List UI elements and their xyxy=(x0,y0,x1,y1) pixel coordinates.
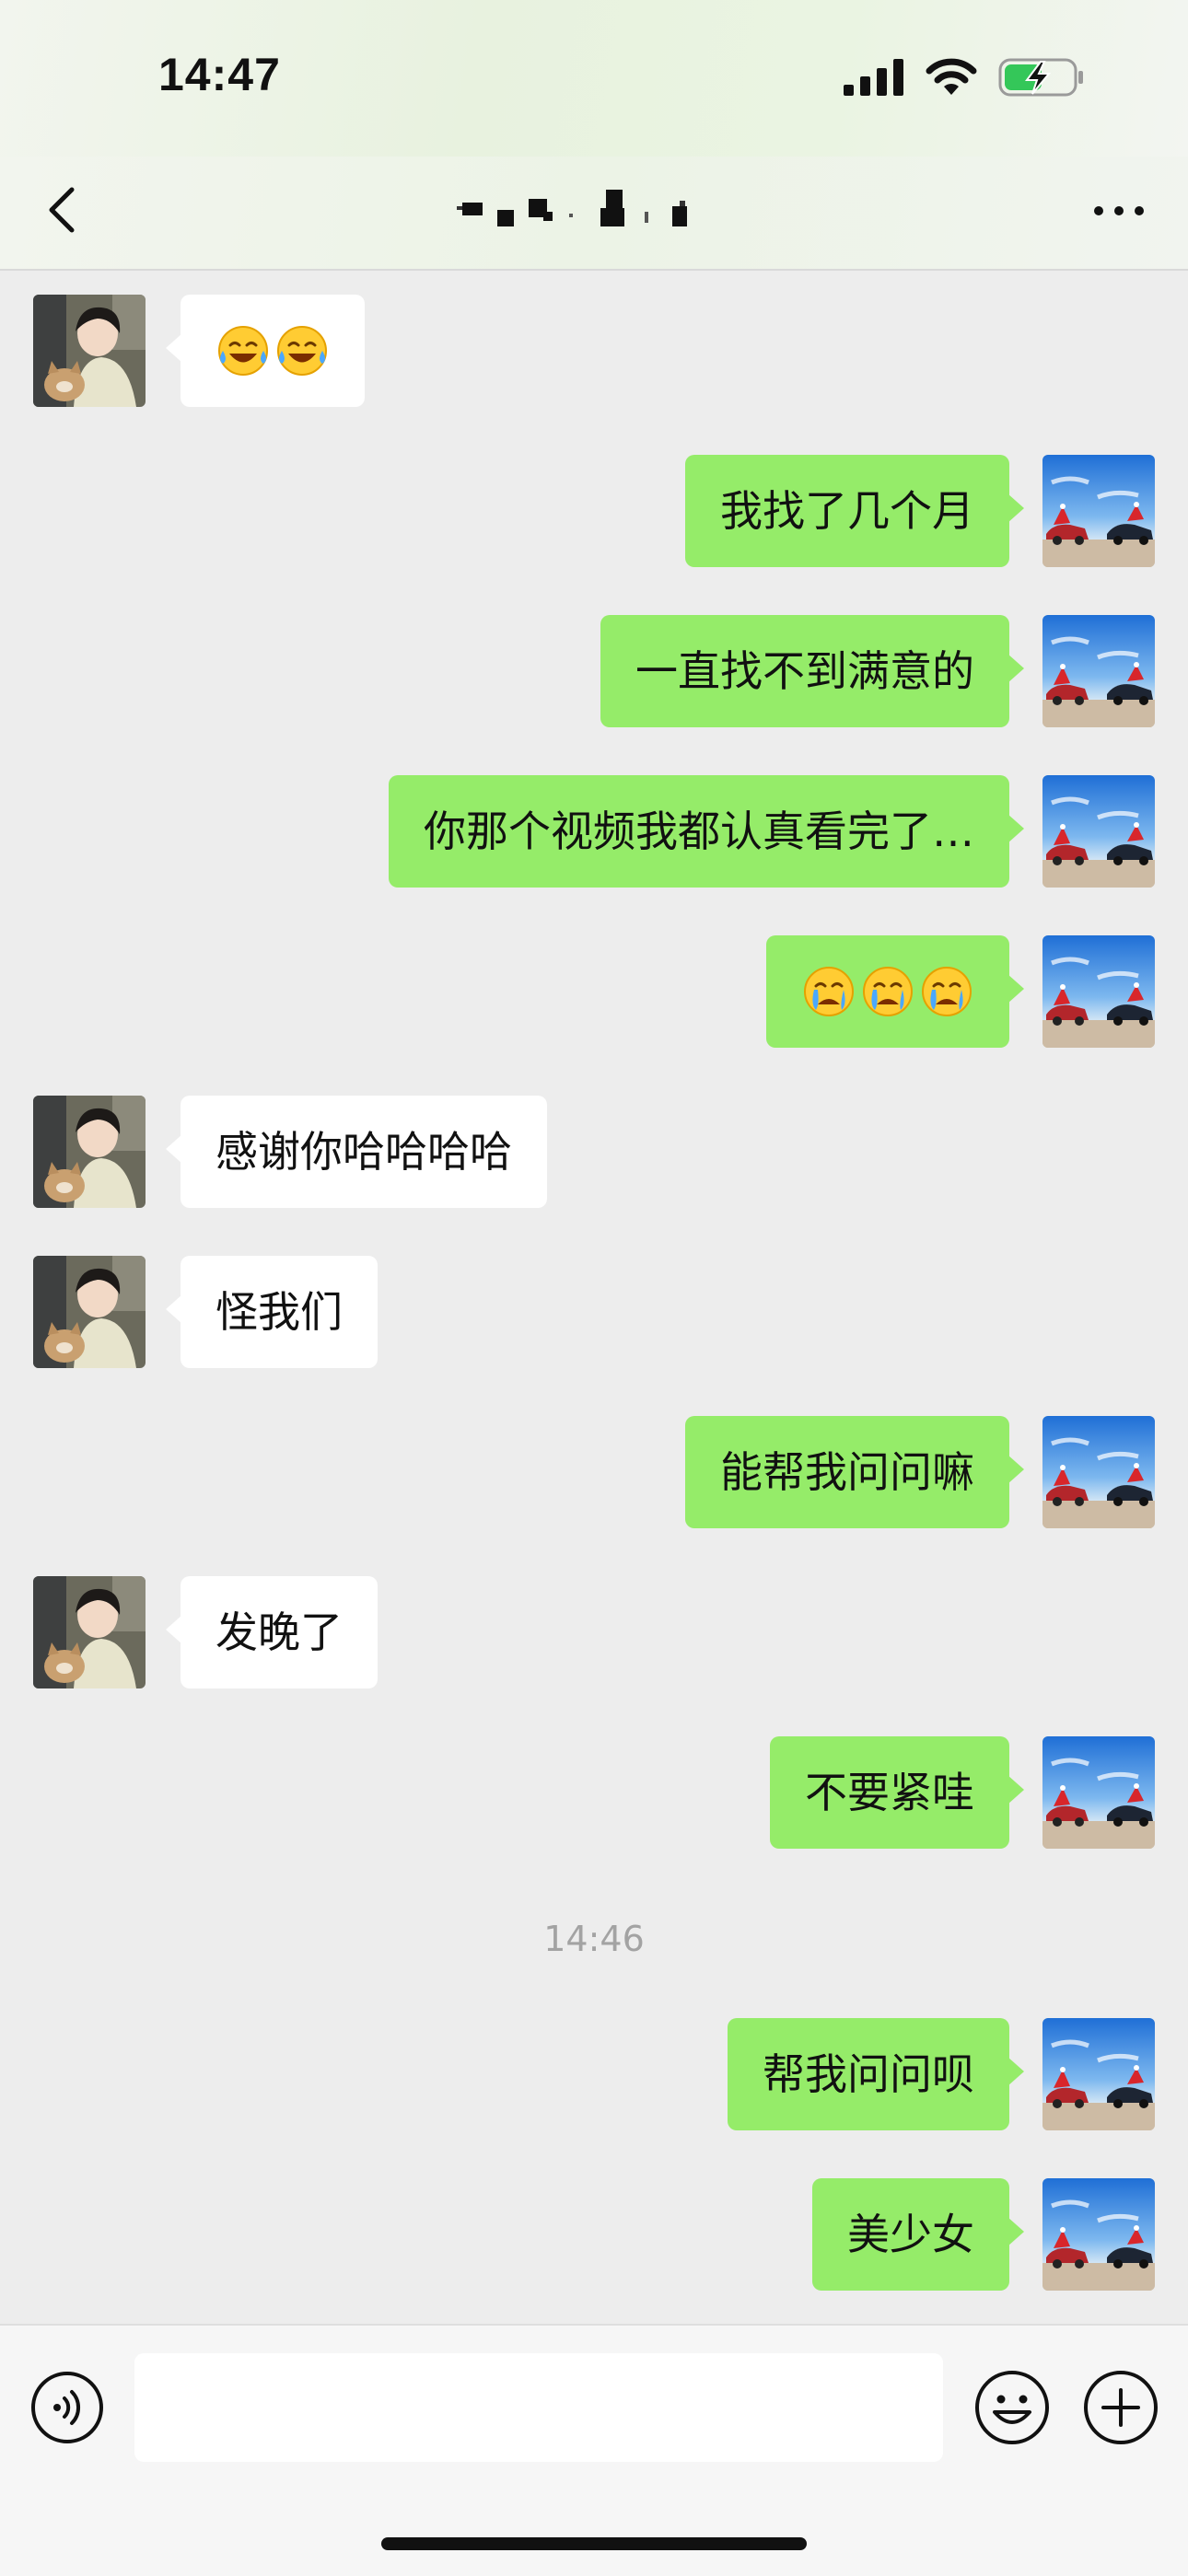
wifi-icon xyxy=(926,58,977,95)
status-bar: 14:47 xyxy=(0,0,1188,157)
message-bubble[interactable]: 美少女 xyxy=(812,2178,1024,2291)
more-functions-plus-icon[interactable] xyxy=(1081,2368,1160,2447)
my-avatar[interactable] xyxy=(1042,935,1155,1048)
home-indicator xyxy=(381,2537,807,2550)
message-bubble[interactable]: 帮我问问呗 xyxy=(728,2018,1024,2130)
message-text: 帮我问问呗 xyxy=(763,2049,974,2099)
contact-avatar[interactable] xyxy=(33,295,146,407)
my-avatar[interactable] xyxy=(1042,1416,1155,1528)
message-bubble[interactable] xyxy=(766,935,1024,1048)
emoji-icon[interactable] xyxy=(973,2368,1052,2447)
sent-message xyxy=(766,935,1155,1048)
my-avatar[interactable] xyxy=(1042,455,1155,567)
back-chevron-icon[interactable] xyxy=(37,182,92,238)
message-bubble[interactable]: 你那个视频我都认真看完了… xyxy=(389,775,1024,888)
emoji-message xyxy=(801,935,974,1048)
sent-message: 不要紧哇 xyxy=(770,1736,1155,1849)
sent-message: 你那个视频我都认真看完了… xyxy=(389,775,1155,888)
battery-charging-icon xyxy=(998,58,1083,97)
message-text: 不要紧哇 xyxy=(805,1768,974,1817)
emoji-message xyxy=(215,295,330,407)
my-avatar[interactable] xyxy=(1042,615,1155,727)
contact-avatar[interactable] xyxy=(33,1576,146,1688)
message-bubble[interactable]: 我找了几个月 xyxy=(685,455,1024,567)
loudly-crying-emoji xyxy=(922,967,972,1016)
chat-header xyxy=(0,157,1188,271)
message-bubble[interactable]: 不要紧哇 xyxy=(770,1736,1024,1849)
message-text: 发晚了 xyxy=(215,1607,343,1657)
message-text: 怪我们 xyxy=(215,1287,343,1337)
contact-avatar[interactable] xyxy=(33,1256,146,1368)
message-bubble[interactable] xyxy=(166,295,365,407)
sent-message: 我找了几个月 xyxy=(685,455,1155,567)
loudly-crying-emoji xyxy=(863,967,913,1016)
voice-input-icon[interactable] xyxy=(29,2370,105,2445)
chat-title-redacted xyxy=(457,190,687,226)
cellular-signal-icon xyxy=(844,59,903,96)
received-message xyxy=(33,295,365,407)
sent-message: 帮我问问呗 xyxy=(728,2018,1155,2130)
sent-message: 美少女 xyxy=(812,2178,1155,2291)
status-icons xyxy=(844,57,1085,98)
message-text: 我找了几个月 xyxy=(720,486,974,536)
message-bubble[interactable]: 能帮我问问嘛 xyxy=(685,1416,1024,1528)
my-avatar[interactable] xyxy=(1042,2018,1155,2130)
message-input[interactable] xyxy=(134,2353,943,2462)
my-avatar[interactable] xyxy=(1042,1736,1155,1849)
message-text: 能帮我问问嘛 xyxy=(720,1447,974,1497)
message-bubble[interactable]: 一直找不到满意的 xyxy=(600,615,1024,727)
message-timestamp: 14:46 xyxy=(543,1919,645,1959)
my-avatar[interactable] xyxy=(1042,775,1155,888)
my-avatar[interactable] xyxy=(1042,2178,1155,2291)
message-text: 一直找不到满意的 xyxy=(635,646,974,696)
message-text: 你那个视频我都认真看完了… xyxy=(424,806,974,856)
message-text: 感谢你哈哈哈哈 xyxy=(215,1127,512,1177)
received-message: 发晚了 xyxy=(33,1576,378,1688)
message-text: 美少女 xyxy=(847,2210,974,2259)
tears-of-joy-emoji xyxy=(277,326,327,376)
more-options-icon[interactable] xyxy=(1087,188,1151,234)
received-message: 感谢你哈哈哈哈 xyxy=(33,1096,547,1208)
message-bubble[interactable]: 发晚了 xyxy=(166,1576,378,1688)
message-bubble[interactable]: 怪我们 xyxy=(166,1256,378,1368)
sent-message: 一直找不到满意的 xyxy=(600,615,1155,727)
sent-message: 能帮我问问嘛 xyxy=(685,1416,1155,1528)
tears-of-joy-emoji xyxy=(218,326,268,376)
contact-avatar[interactable] xyxy=(33,1096,146,1208)
status-time: 14:47 xyxy=(158,49,281,100)
message-bubble[interactable]: 感谢你哈哈哈哈 xyxy=(166,1096,547,1208)
received-message: 怪我们 xyxy=(33,1256,378,1368)
loudly-crying-emoji xyxy=(804,967,854,1016)
